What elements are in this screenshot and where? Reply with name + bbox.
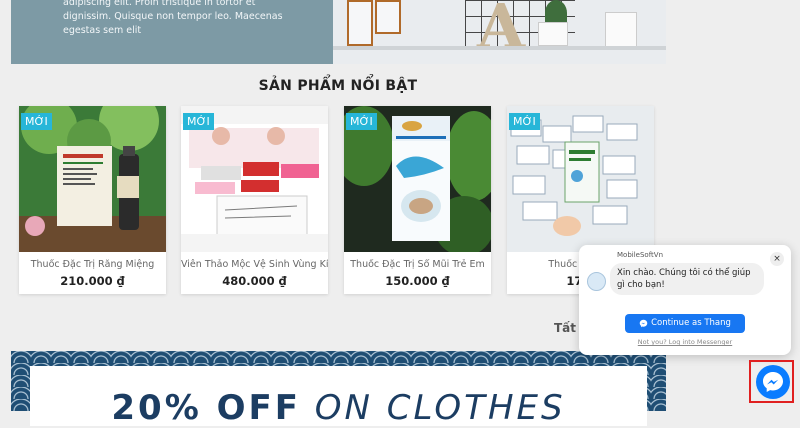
chat-page-name: MobileSoftVn (617, 251, 663, 259)
close-icon[interactable]: × (770, 252, 784, 266)
promo-banner-text: 20% OFF ON CLOTHES (30, 388, 647, 428)
product-name[interactable]: Viên Thảo Mộc Vệ Sinh Vùng Kín (181, 259, 328, 270)
lantern-decoration (347, 0, 373, 46)
chat-greeting: Xin chào. Chúng tôi có thể giúp gì cho b… (610, 263, 764, 295)
log-into-messenger-link[interactable]: Not you? Log into Messenger (579, 338, 791, 346)
lantern-decoration (375, 0, 401, 34)
messenger-chat-popup: MobileSoftVn × Xin chào. Chúng tôi có th… (579, 245, 791, 355)
hero-image: A (333, 0, 666, 64)
promo-banner[interactable]: 20% OFF ON CLOTHES (11, 351, 666, 428)
letter-decoration: A (477, 0, 526, 63)
product-name[interactable]: Thuốc Đặc Trị Răng Miệng (19, 259, 166, 270)
hero-banner: adipiscing elit. Proin tristique in tort… (11, 0, 666, 64)
messenger-launcher-highlight (749, 360, 794, 403)
new-badge: MỚI (21, 113, 52, 130)
product-name[interactable]: Thuốc Đặc Trị Sổ Mũi Trẻ Em (344, 259, 491, 270)
pot-decoration (538, 22, 568, 46)
messenger-icon (639, 319, 648, 328)
product-price: 480.000 ₫ (222, 274, 287, 288)
hero-text: adipiscing elit. Proin tristique in tort… (63, 0, 283, 36)
messenger-launcher-button[interactable] (756, 365, 790, 399)
vase-decoration (605, 12, 637, 48)
product-price: 210.000 ₫ (60, 274, 125, 288)
new-badge: MỚI (183, 113, 214, 130)
section-title: SẢN PHẨM NỔI BẬT (258, 78, 418, 94)
promo-discount: 20% OFF (111, 388, 301, 428)
product-card[interactable]: MỚI Thuốc Đặc Trị Răng Miệng 210.000 ₫ (19, 106, 166, 294)
product-price: 150.000 ₫ (385, 274, 450, 288)
messenger-icon (763, 372, 783, 392)
promo-subject: ON CLOTHES (314, 388, 566, 428)
product-card[interactable]: MỚI Viên Thảo Mộc Vệ Sinh Vùng Kín 480.0… (181, 106, 328, 294)
new-badge: MỚI (509, 113, 540, 130)
page-avatar (587, 272, 606, 291)
new-badge: MỚI (346, 113, 377, 130)
shelf-decoration (333, 46, 666, 50)
continue-label: Continue as Thang (651, 318, 731, 328)
continue-as-button[interactable]: Continue as Thang (625, 314, 745, 333)
product-card[interactable]: MỚI Thuốc Đặc Trị Sổ Mũi Trẻ Em 150.000 … (344, 106, 491, 294)
promo-banner-inner: 20% OFF ON CLOTHES (30, 366, 647, 428)
